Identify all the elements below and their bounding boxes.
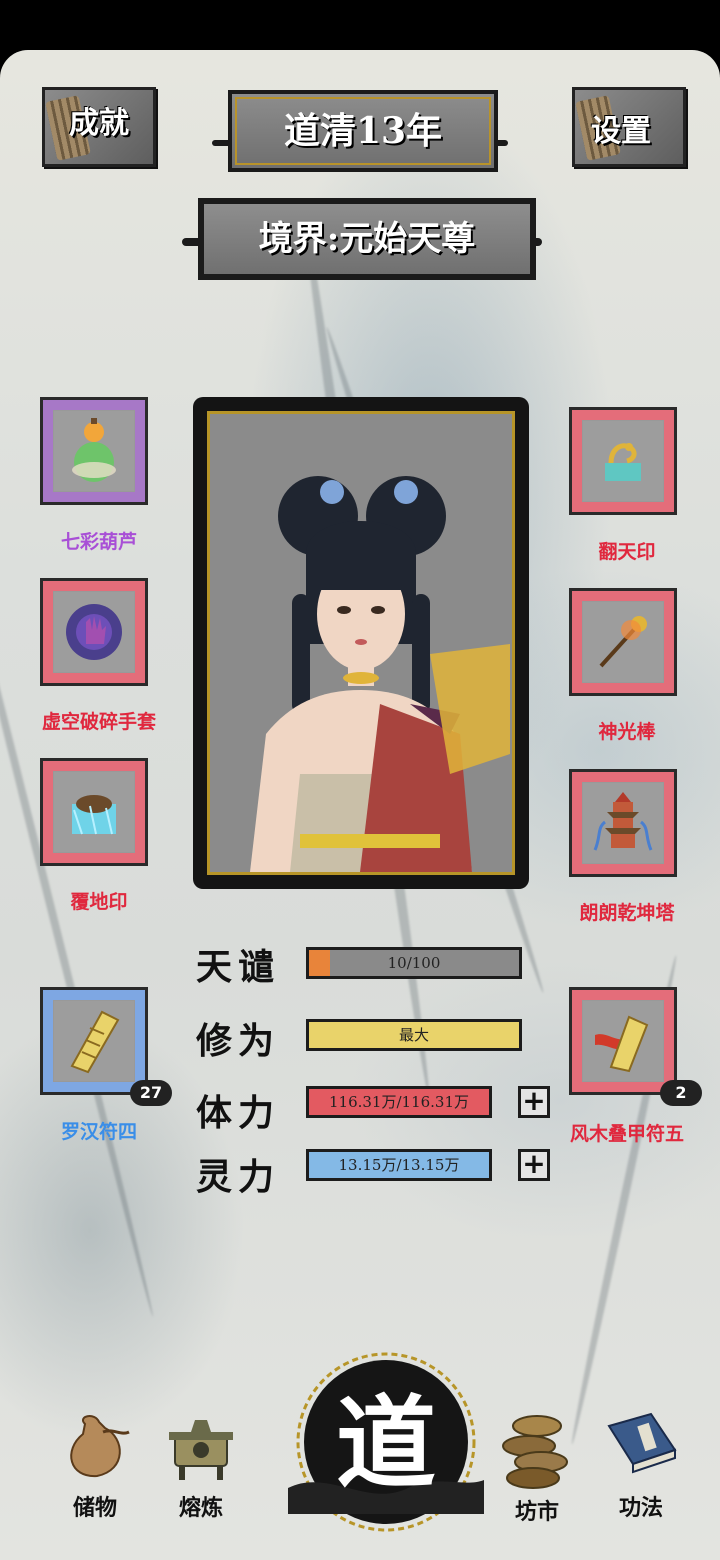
- slot-inner: [583, 1001, 663, 1081]
- slot-label-talisman-right: 风木叠甲符五: [569, 1123, 684, 1145]
- talisman-icon: [595, 1015, 649, 1073]
- nav-label-market: 坊市: [514, 1499, 559, 1525]
- equip-slot-pagoda[interactable]: [569, 769, 677, 877]
- earth-seal-icon: [72, 795, 116, 835]
- cultivation-bar: 最大: [306, 1019, 522, 1051]
- achievements-button[interactable]: 成就: [42, 87, 156, 167]
- slot-label-heaven-seal: 翻天印: [598, 541, 656, 563]
- equip-slot-talisman-left[interactable]: [40, 987, 148, 1095]
- settings-label: 设置: [591, 114, 651, 149]
- bag-icon: [70, 1415, 130, 1478]
- stat-label-cultivation: 修为: [196, 1020, 281, 1062]
- slot-label-pagoda: 朗朗乾坤塔: [579, 902, 675, 924]
- game-screen: 成就 道清13年 设置 境界:元始天尊 七彩葫芦 虚空破碎手套 覆地印 27 罗…: [0, 50, 720, 1560]
- book-icon: [607, 1412, 677, 1474]
- stat-label-stamina: 体力: [196, 1092, 281, 1134]
- stamina-value: 116.31万/116.31万: [328, 1093, 470, 1111]
- ink-stroke: [0, 442, 157, 1318]
- nav-storage[interactable]: 储物: [50, 1406, 140, 1522]
- slot-label-staff: 神光棒: [598, 721, 656, 743]
- nav-label-skills: 功法: [618, 1495, 663, 1521]
- heaven-seal-icon: [605, 443, 641, 481]
- slot-label-seal: 覆地印: [70, 891, 128, 913]
- equip-slot-heaven-seal[interactable]: [569, 407, 677, 515]
- equip-slot-gourd[interactable]: [40, 397, 148, 505]
- equip-slot-staff[interactable]: [569, 588, 677, 696]
- tribulation-bar-fill: [309, 950, 330, 976]
- spirit-bar: 13.15万/13.15万: [306, 1149, 492, 1181]
- stat-label-tribulation: 天谴: [196, 946, 281, 988]
- slot-inner: [54, 772, 134, 852]
- slot-inner: [54, 592, 134, 672]
- spirit-value: 13.15万/13.15万: [338, 1156, 460, 1174]
- nav-label-storage: 储物: [72, 1495, 117, 1521]
- coins-icon: [502, 1415, 568, 1489]
- cultivation-value: 最大: [398, 1026, 429, 1044]
- add-stamina-button[interactable]: +: [518, 1086, 550, 1118]
- slot-label-talisman-left: 罗汉符四: [60, 1121, 137, 1143]
- tribulation-value: 10/100: [387, 954, 441, 972]
- cauldron-icon: [169, 1420, 233, 1480]
- tribulation-bar: 10/100: [306, 947, 522, 979]
- nav-dao[interactable]: 道: [288, 1338, 484, 1538]
- year-plate: 道清13年: [228, 90, 498, 172]
- equip-slot-glove[interactable]: [40, 578, 148, 686]
- settings-button[interactable]: 设置: [572, 87, 686, 167]
- stat-label-spirit: 灵力: [196, 1156, 281, 1198]
- dao-emblem: 道: [288, 1352, 484, 1532]
- slot-inner: [583, 421, 663, 501]
- void-glove-icon: [66, 604, 122, 660]
- slot-inner: [54, 411, 134, 491]
- slot-inner: [583, 783, 663, 863]
- slot-label-gourd: 七彩葫芦: [60, 531, 137, 553]
- character-portrait-frame: [193, 397, 529, 889]
- add-spirit-button[interactable]: +: [518, 1149, 550, 1181]
- dao-label: 道: [336, 1384, 436, 1502]
- slot-inner: [54, 1001, 134, 1081]
- equip-slot-seal[interactable]: [40, 758, 148, 866]
- item-count-badge: 27: [130, 1080, 172, 1106]
- slot-label-glove: 虚空破碎手套: [41, 711, 156, 733]
- nav-refine[interactable]: 熔炼: [156, 1406, 246, 1522]
- talisman-icon: [70, 1010, 120, 1074]
- stamina-bar: 116.31万/116.31万: [306, 1086, 492, 1118]
- gourd-icon: [72, 418, 116, 482]
- slot-inner: [583, 602, 663, 682]
- nav-label-refine: 熔炼: [178, 1495, 223, 1521]
- pagoda-icon: [593, 792, 653, 851]
- character-portrait[interactable]: [207, 411, 515, 875]
- equip-slot-talisman-right[interactable]: [569, 987, 677, 1095]
- item-count-badge: 2: [660, 1080, 702, 1106]
- realm-plate: 境界:元始天尊: [198, 198, 536, 280]
- nav-skills[interactable]: 功法: [596, 1406, 686, 1522]
- character-illustration: [250, 476, 510, 872]
- achievements-label: 成就: [69, 106, 129, 141]
- light-staff-icon: [599, 616, 647, 668]
- nav-market[interactable]: 坊市: [492, 1406, 582, 1526]
